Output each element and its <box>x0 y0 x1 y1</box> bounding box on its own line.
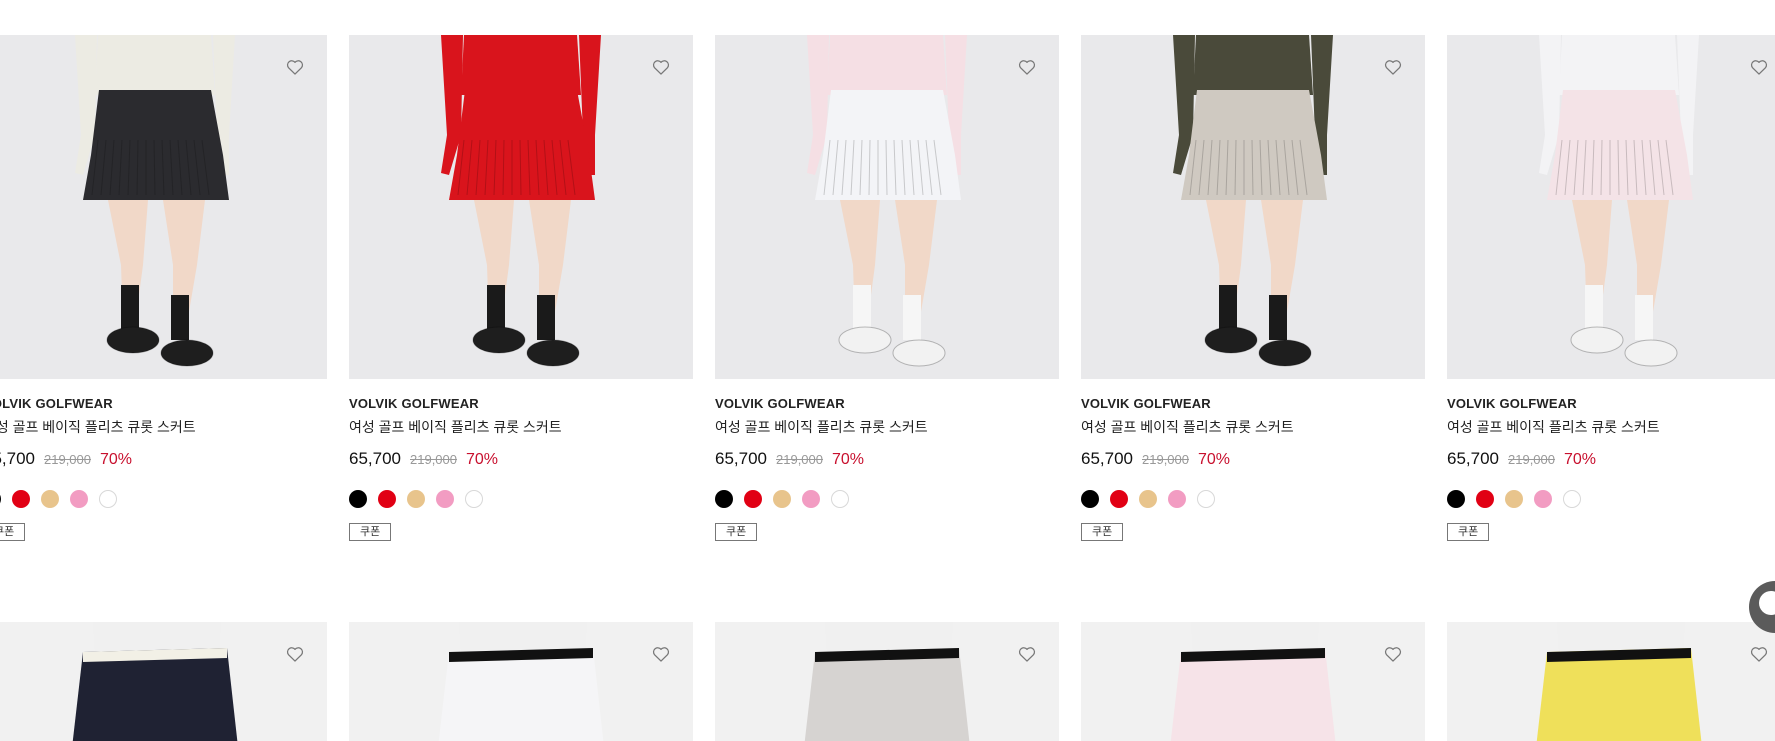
coupon-badge: 쿠폰 <box>0 523 26 541</box>
coupon-badge: 쿠폰 <box>1447 523 1490 541</box>
product-name[interactable]: 여성 골프 베이직 플리츠 큐롯 스커트 <box>349 417 693 437</box>
price-row: 65,700 219,000 70% <box>1447 449 1775 469</box>
color-swatch[interactable] <box>41 490 59 508</box>
price-row: 65,700 219,000 70% <box>1081 449 1425 469</box>
color-swatch[interactable] <box>1168 490 1186 508</box>
color-swatch[interactable] <box>436 490 454 508</box>
original-price: 219,000 <box>410 452 457 467</box>
product-listing-page: VOLVIK GOLFWEAR 여성 골프 베이직 플리츠 큐롯 스커트 65,… <box>0 0 1775 741</box>
heart-outline-icon[interactable] <box>1749 644 1769 664</box>
heart-outline-icon[interactable] <box>285 57 305 77</box>
heart-outline-icon[interactable] <box>1383 57 1403 77</box>
product-image[interactable] <box>349 622 693 741</box>
original-price: 219,000 <box>44 452 91 467</box>
product-card[interactable]: VOLVIK GOLFWEAR 여성 골프 베이직 플리츠 큐롯 스커트 65,… <box>715 35 1059 622</box>
product-brand: VOLVIK GOLFWEAR <box>0 396 113 411</box>
sale-price: 65,700 <box>349 449 401 468</box>
color-swatch[interactable] <box>1447 490 1465 508</box>
discount-rate: 70% <box>466 451 499 468</box>
heart-outline-icon[interactable] <box>285 644 305 664</box>
product-card[interactable]: VOLVIK GOLFWEAR 여성 골프 베이직 플리츠 큐롯 스커트 65,… <box>1081 35 1425 622</box>
sale-price: 65,700 <box>715 449 767 468</box>
color-swatches <box>1447 490 1775 508</box>
product-brand: VOLVIK GOLFWEAR <box>1081 396 1211 411</box>
color-swatch[interactable] <box>1505 490 1523 508</box>
heart-outline-icon[interactable] <box>1749 57 1769 77</box>
color-swatch[interactable] <box>1476 490 1494 508</box>
product-image[interactable] <box>1447 622 1775 741</box>
heart-outline-icon[interactable] <box>1017 644 1037 664</box>
product-image[interactable] <box>0 35 327 379</box>
coupon-badge: 쿠폰 <box>349 523 392 541</box>
product-card[interactable] <box>349 622 693 741</box>
color-swatch[interactable] <box>0 490 1 508</box>
original-price: 219,000 <box>1142 452 1189 467</box>
color-swatches <box>1081 490 1425 508</box>
product-image[interactable] <box>349 35 693 379</box>
price-row: 65,700 219,000 70% <box>715 449 1059 469</box>
product-image[interactable] <box>0 622 327 741</box>
product-card[interactable] <box>1447 622 1775 741</box>
product-grid-row-2 <box>0 622 1775 741</box>
discount-rate: 70% <box>100 451 133 468</box>
product-brand: VOLVIK GOLFWEAR <box>349 396 479 411</box>
product-image[interactable] <box>1081 622 1425 741</box>
color-swatches <box>715 490 1059 508</box>
color-swatch[interactable] <box>1139 490 1157 508</box>
sale-price: 65,700 <box>1081 449 1133 468</box>
original-price: 219,000 <box>1508 452 1555 467</box>
product-name[interactable]: 여성 골프 베이직 플리츠 큐롯 스커트 <box>715 417 1059 437</box>
color-swatch[interactable] <box>1110 490 1128 508</box>
color-swatch[interactable] <box>773 490 791 508</box>
heart-outline-icon[interactable] <box>651 57 671 77</box>
color-swatch[interactable] <box>12 490 30 508</box>
price-row: 65,700 219,000 70% <box>0 449 327 469</box>
color-swatch[interactable] <box>744 490 762 508</box>
product-image[interactable] <box>715 622 1059 741</box>
color-swatches <box>349 490 693 508</box>
coupon-badge: 쿠폰 <box>715 523 758 541</box>
discount-rate: 70% <box>832 451 865 468</box>
color-swatches <box>0 490 327 508</box>
coupon-badge: 쿠폰 <box>1081 523 1124 541</box>
discount-rate: 70% <box>1564 451 1597 468</box>
color-swatch[interactable] <box>1081 490 1099 508</box>
discount-rate: 70% <box>1198 451 1231 468</box>
color-swatch[interactable] <box>802 490 820 508</box>
product-card[interactable]: VOLVIK GOLFWEAR 여성 골프 베이직 플리츠 큐롯 스커트 65,… <box>1447 35 1775 622</box>
color-swatch[interactable] <box>465 490 483 508</box>
color-swatch[interactable] <box>1197 490 1215 508</box>
product-name[interactable]: 여성 골프 베이직 플리츠 큐롯 스커트 <box>0 417 327 437</box>
product-image[interactable] <box>1447 35 1775 379</box>
product-name[interactable]: 여성 골프 베이직 플리츠 큐롯 스커트 <box>1447 417 1775 437</box>
color-swatch[interactable] <box>407 490 425 508</box>
product-name[interactable]: 여성 골프 베이직 플리츠 큐롯 스커트 <box>1081 417 1425 437</box>
color-swatch[interactable] <box>1534 490 1552 508</box>
product-card[interactable] <box>0 622 327 741</box>
product-image[interactable] <box>1081 35 1425 379</box>
original-price: 219,000 <box>776 452 823 467</box>
product-card[interactable]: VOLVIK GOLFWEAR 여성 골프 베이직 플리츠 큐롯 스커트 65,… <box>0 35 327 622</box>
color-swatch[interactable] <box>831 490 849 508</box>
color-swatch[interactable] <box>99 490 117 508</box>
product-brand: VOLVIK GOLFWEAR <box>715 396 845 411</box>
product-card[interactable] <box>715 622 1059 741</box>
heart-outline-icon[interactable] <box>1383 644 1403 664</box>
product-card[interactable] <box>1081 622 1425 741</box>
product-grid-row-1: VOLVIK GOLFWEAR 여성 골프 베이직 플리츠 큐롯 스커트 65,… <box>0 35 1775 622</box>
product-image[interactable] <box>715 35 1059 379</box>
product-card[interactable]: VOLVIK GOLFWEAR 여성 골프 베이직 플리츠 큐롯 스커트 65,… <box>349 35 693 622</box>
price-row: 65,700 219,000 70% <box>349 449 693 469</box>
heart-outline-icon[interactable] <box>651 644 671 664</box>
product-brand: VOLVIK GOLFWEAR <box>1447 396 1577 411</box>
color-swatch[interactable] <box>715 490 733 508</box>
color-swatch[interactable] <box>349 490 367 508</box>
sale-price: 65,700 <box>0 449 35 468</box>
heart-outline-icon[interactable] <box>1017 57 1037 77</box>
color-swatch[interactable] <box>70 490 88 508</box>
sale-price: 65,700 <box>1447 449 1499 468</box>
color-swatch[interactable] <box>378 490 396 508</box>
color-swatch[interactable] <box>1563 490 1581 508</box>
